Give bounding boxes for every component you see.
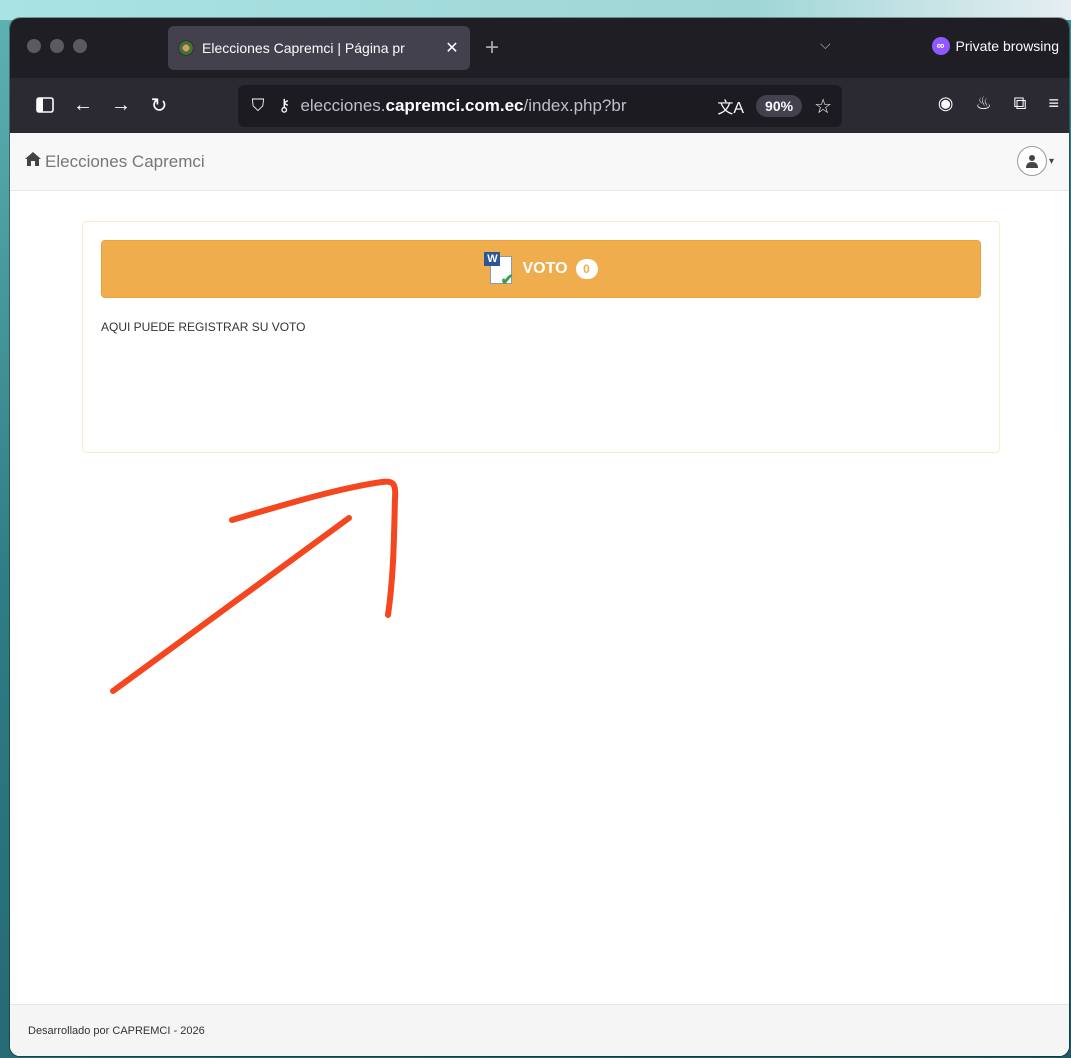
close-window-button[interactable] — [27, 39, 41, 53]
minimize-window-button[interactable] — [50, 39, 64, 53]
user-menu-dropdown[interactable]: ▾ — [1016, 146, 1054, 176]
extensions-icon[interactable]: ⧉ — [1014, 93, 1027, 114]
desktop-background — [0, 0, 1071, 20]
account-icon[interactable]: ◉ — [938, 93, 954, 114]
vote-button-label: VOTO — [522, 260, 568, 277]
document-check-icon: W ✔ — [484, 252, 514, 289]
tab-strip: Elecciones Capremci | Página pr ✕ + ⌵ ∞ … — [10, 18, 1069, 78]
site-favicon-icon — [178, 40, 194, 56]
browser-window: Elecciones Capremci | Página pr ✕ + ⌵ ∞ … — [10, 18, 1069, 1056]
flame-icon[interactable]: ♨ — [975, 93, 991, 114]
vote-description: AQUI PUEDE REGISTRAR SU VOTO — [101, 320, 306, 334]
user-icon — [1016, 146, 1047, 176]
tab-title: Elecciones Capremci | Página pr — [202, 40, 405, 56]
maximize-window-button[interactable] — [73, 39, 87, 53]
private-mask-icon: ∞ — [931, 37, 950, 55]
page-footer: Desarrollado por CAPREMCI - 2026 — [10, 1004, 1069, 1056]
translate-icon[interactable]: 文A — [717, 94, 744, 118]
web-page: Elecciones Capremci ▾ W ✔ VOTO 0 AQUI PU… — [10, 133, 1069, 1056]
bookmark-star-icon[interactable]: ☆ — [814, 94, 832, 119]
caret-down-icon: ▾ — [1048, 155, 1054, 167]
address-bar[interactable]: ⛉ ⚷ elecciones.capremci.com.ec/index.php… — [238, 85, 842, 127]
site-brand-label: Elecciones Capremci — [45, 151, 205, 171]
home-icon — [25, 152, 41, 171]
forward-arrow-icon[interactable]: → — [106, 90, 136, 120]
new-tab-button[interactable]: + — [485, 34, 499, 62]
site-navbar: Elecciones Capremci ▾ — [10, 133, 1069, 191]
vote-count-badge: 0 — [575, 259, 598, 279]
private-browsing-label: Private browsing — [955, 38, 1060, 54]
window-controls — [27, 39, 87, 53]
browser-toolbar: ← → ↻ ⛉ ⚷ elecciones.capremci.com.ec/ind… — [10, 78, 1069, 133]
key-icon[interactable]: ⚷ — [278, 96, 290, 116]
site-brand-link[interactable]: Elecciones Capremci — [25, 152, 205, 172]
tab-list-chevron-icon[interactable]: ⌵ — [820, 36, 831, 53]
private-browsing-indicator: ∞ Private browsing — [931, 37, 1060, 55]
vote-panel: W ✔ VOTO 0 AQUI PUEDE REGISTRAR SU VOTO — [82, 221, 1000, 453]
back-arrow-icon[interactable]: ← — [68, 90, 98, 120]
active-tab[interactable]: Elecciones Capremci | Página pr ✕ — [168, 26, 470, 70]
toolbar-right-icons: ◉ ♨ ⧉ ≡ — [938, 93, 1059, 114]
vote-button[interactable]: W ✔ VOTO 0 — [101, 240, 981, 298]
footer-text: Desarrollado por CAPREMCI - 2026 — [28, 1024, 205, 1037]
url-text[interactable]: elecciones.capremci.com.ec/index.php?br — [300, 96, 705, 116]
menu-hamburger-icon[interactable]: ≡ — [1048, 93, 1059, 114]
reload-icon[interactable]: ↻ — [144, 90, 174, 120]
shield-icon[interactable]: ⛉ — [248, 96, 268, 116]
sidebar-toggle-icon[interactable] — [30, 90, 60, 120]
tab-close-icon[interactable]: ✕ — [444, 38, 460, 58]
zoom-level-badge[interactable]: 90% — [756, 95, 803, 117]
